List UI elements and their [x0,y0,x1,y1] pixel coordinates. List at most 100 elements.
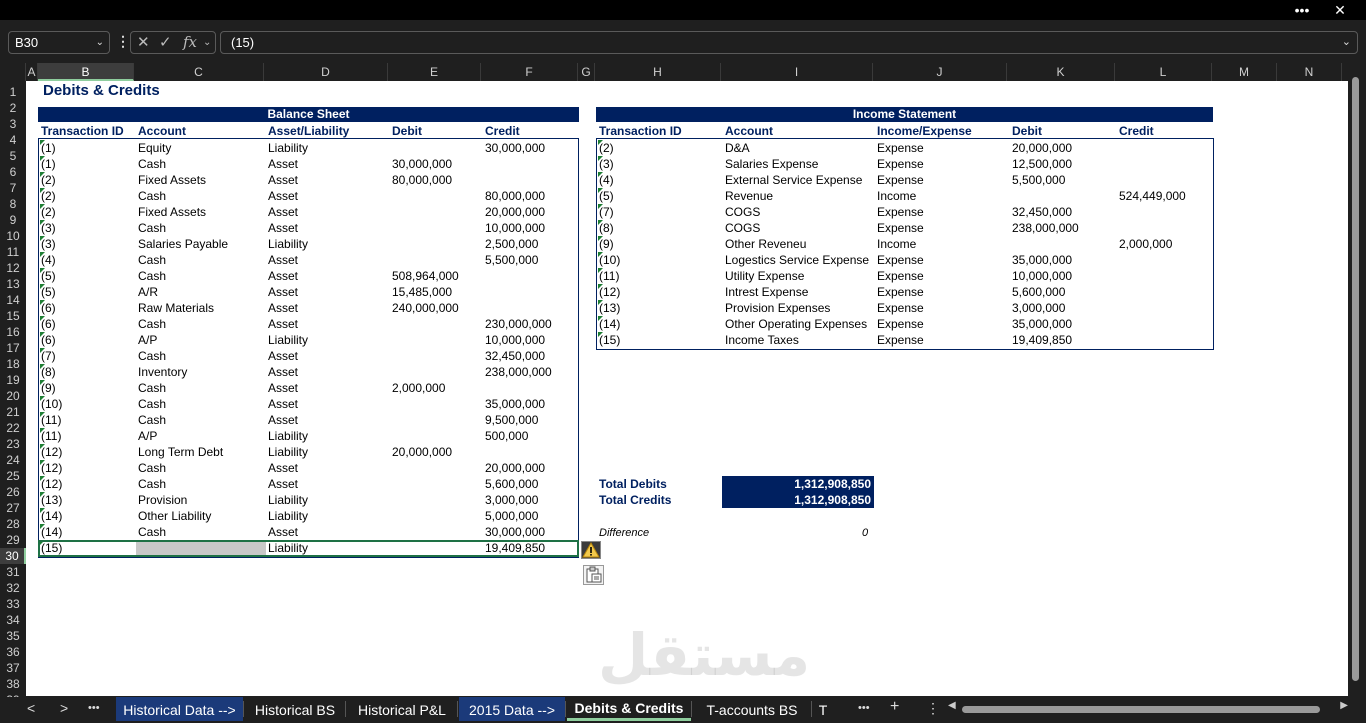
column-header-d[interactable]: D [264,63,388,81]
table-cell[interactable]: 10,000,000 [485,332,545,348]
tab-more-button[interactable]: ••• [88,702,100,714]
table-cell[interactable]: (2) [41,204,56,220]
formula-input[interactable]: (15) ⌄ [220,31,1358,54]
table-cell[interactable]: (5) [41,284,56,300]
table-cell[interactable]: 5,000,000 [485,508,538,524]
table-cell[interactable]: Other Liability [138,508,211,524]
table-cell[interactable]: Asset [268,252,298,268]
row-header[interactable]: 9 [0,212,26,228]
table-cell[interactable]: Other Operating Expenses [725,316,867,332]
table-cell[interactable]: Asset [268,204,298,220]
table-cell[interactable]: (8) [599,220,614,236]
table-cell[interactable]: Cash [138,476,166,492]
table-cell[interactable]: Expense [877,156,924,172]
table-cell[interactable]: Cash [138,524,166,540]
row-header[interactable]: 26 [0,484,26,500]
table-cell[interactable]: Cash [138,348,166,364]
table-cell[interactable]: Provision Expenses [725,300,830,316]
row-header[interactable]: 5 [0,148,26,164]
table-cell[interactable]: Cash [138,252,166,268]
table-cell[interactable]: 5,600,000 [1012,284,1065,300]
table-cell[interactable]: (3) [599,156,614,172]
table-cell[interactable]: Asset [268,316,298,332]
table-cell[interactable]: Cash [138,188,166,204]
fx-icon[interactable]: fx [183,32,197,53]
table-cell[interactable]: 5,600,000 [485,476,538,492]
table-cell[interactable]: (11) [41,428,61,444]
table-cell[interactable]: (12) [41,460,62,476]
table-cell[interactable]: 238,000,000 [1012,220,1079,236]
table-cell[interactable]: Asset [268,524,298,540]
table-cell[interactable]: 2,500,000 [485,236,538,252]
table-cell[interactable]: Raw Materials [138,300,214,316]
table-cell[interactable]: Cash [138,156,166,172]
scroll-left-icon[interactable]: ◀ [948,700,956,711]
table-cell[interactable]: (3) [41,236,56,252]
table-cell[interactable]: (6) [41,316,56,332]
table-cell[interactable]: Expense [877,140,924,156]
table-cell[interactable]: COGS [725,220,760,236]
table-cell[interactable]: Cash [138,380,166,396]
column-header-h[interactable]: H [595,63,721,81]
paste-options-icon[interactable] [583,565,604,585]
table-cell[interactable]: Expense [877,300,924,316]
vertical-scrollbar[interactable] [1348,63,1366,697]
table-cell[interactable]: Asset [268,380,298,396]
row-header[interactable]: 14 [0,292,26,308]
table-cell[interactable]: 32,450,000 [485,348,545,364]
table-cell[interactable]: 20,000,000 [392,444,452,460]
table-cell[interactable]: A/P [138,332,157,348]
table-cell[interactable]: 508,964,000 [392,268,459,284]
table-cell[interactable]: Intrest Expense [725,284,808,300]
row-header[interactable]: 16 [0,324,26,340]
table-cell[interactable]: Expense [877,316,924,332]
column-header-j[interactable]: J [873,63,1007,81]
table-cell[interactable]: Fixed Assets [138,204,206,220]
table-cell[interactable]: (6) [41,300,56,316]
sheet-tab[interactable]: Historical Data --> [116,697,243,721]
tab-prev-button[interactable]: < [27,700,35,716]
table-cell[interactable]: Liability [268,444,308,460]
table-cell[interactable]: 20,000,000 [485,204,545,220]
row-header[interactable]: 31 [0,564,26,580]
table-cell[interactable]: Liability [268,492,308,508]
table-cell[interactable]: Liability [268,140,308,156]
table-cell[interactable]: Other Reveneu [725,236,806,252]
worksheet-grid[interactable]: Debits & Credits Balance Sheet Transacti… [26,81,1348,696]
table-cell[interactable]: Liability [268,428,308,444]
table-cell[interactable]: (2) [41,172,56,188]
row-header[interactable]: 19 [0,372,26,388]
tab-more-right-button[interactable]: ••• [858,702,870,714]
chevron-down-icon[interactable]: ⌄ [203,32,211,53]
table-cell[interactable]: Income [877,236,916,252]
difference-value[interactable]: 0 [862,525,868,541]
row-header[interactable]: 6 [0,164,26,180]
row-header[interactable]: 25 [0,468,26,484]
table-cell[interactable]: (8) [41,364,56,380]
table-cell[interactable]: 230,000,000 [485,316,552,332]
table-cell[interactable]: 3,000,000 [1012,300,1065,316]
table-cell[interactable]: Asset [268,348,298,364]
column-header-i[interactable]: I [721,63,873,81]
sheet-tab[interactable]: 2015 Data --> [459,697,565,721]
table-cell[interactable]: Asset [268,364,298,380]
table-cell[interactable]: A/P [138,428,157,444]
row-header[interactable]: 30 [0,548,26,564]
row-header[interactable]: 27 [0,500,26,516]
sheet-tab[interactable]: T [813,697,833,721]
row-header[interactable]: 4 [0,132,26,148]
row-header[interactable]: 23 [0,436,26,452]
table-cell[interactable]: Asset [268,172,298,188]
row-header[interactable]: 13 [0,276,26,292]
table-cell[interactable]: Fixed Assets [138,172,206,188]
table-cell[interactable]: 30,000,000 [392,156,452,172]
table-cell[interactable]: 240,000,000 [392,300,459,316]
tab-next-button[interactable]: > [60,700,68,716]
table-cell[interactable]: (4) [599,172,614,188]
table-cell[interactable]: (7) [599,204,614,220]
row-header[interactable]: 32 [0,580,26,596]
table-cell[interactable]: Cash [138,396,166,412]
row-header[interactable]: 24 [0,452,26,468]
table-cell[interactable]: A/R [138,284,158,300]
name-box[interactable]: B30 ⌄ [8,31,110,54]
